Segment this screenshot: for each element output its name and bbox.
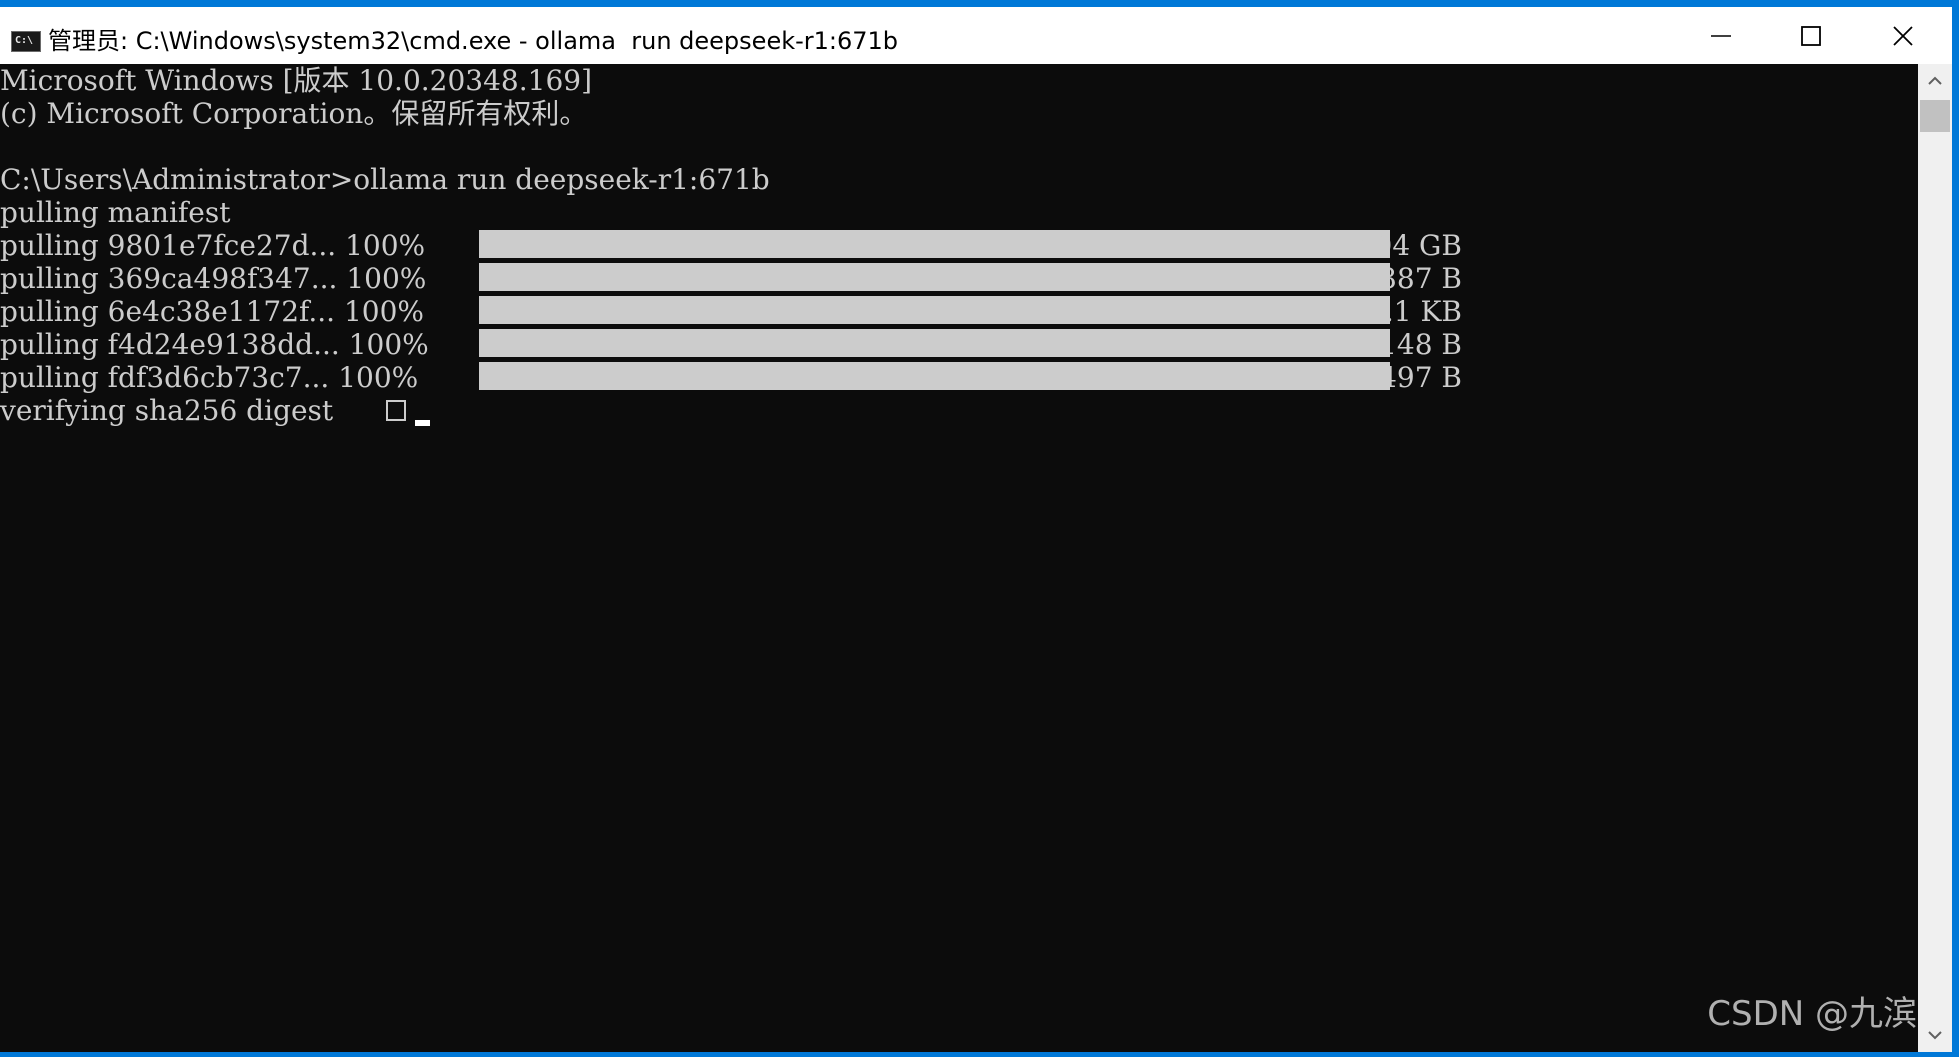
console-output[interactable]: Microsoft Windows [版本 10.0.20348.169] (c… (0, 64, 1918, 1052)
window-right-border (1952, 7, 1959, 1052)
pull-progress-bar (479, 263, 1390, 291)
cmd-window: C:\ 管理员: C:\Windows\system32\cmd.exe - o… (0, 0, 1959, 1057)
pull-label: pulling 9801e7fce27d... 100% (0, 229, 426, 262)
pull-size: 1.1 KB (1367, 295, 1462, 328)
copyright-line: (c) Microsoft Corporation。保留所有权利。 (0, 97, 588, 130)
window-title: 管理员: C:\Windows\system32\cmd.exe - ollam… (48, 27, 899, 55)
command-line: C:\Users\Administrator>ollama run deepse… (0, 163, 770, 196)
minimize-button[interactable] (1676, 7, 1766, 64)
pull-size: 387 B (1379, 262, 1462, 295)
cmd-app-icon[interactable]: C:\ (11, 31, 41, 52)
text-cursor (415, 420, 430, 426)
pull-label: pulling f4d24e9138dd... 100% (0, 328, 429, 361)
scroll-down-button[interactable] (1918, 1018, 1952, 1052)
pull-progress-bar (479, 329, 1390, 357)
pull-size: 497 B (1379, 361, 1462, 394)
pull-progress-bar (479, 230, 1390, 258)
verifying-digest-line: verifying sha256 digest (0, 394, 343, 427)
title-bar[interactable]: C:\ 管理员: C:\Windows\system32\cmd.exe - o… (0, 7, 1959, 64)
os-version-line: Microsoft Windows [版本 10.0.20348.169] (0, 64, 592, 97)
pull-size: 148 B (1379, 328, 1462, 361)
scroll-down-arrow-icon (1928, 1031, 1942, 1040)
scroll-up-button[interactable] (1918, 64, 1952, 98)
spinner-box-icon (386, 400, 406, 421)
pull-label: pulling 369ca498f347... 100% (0, 262, 427, 295)
cmd-app-icon-label: C:\ (15, 35, 34, 46)
pull-label: pulling fdf3d6cb73c7... 100% (0, 361, 419, 394)
maximize-icon (1801, 26, 1821, 46)
maximize-button[interactable] (1766, 7, 1856, 64)
window-top-border (0, 0, 1959, 7)
close-button[interactable] (1858, 7, 1948, 64)
close-icon (1893, 26, 1913, 46)
scroll-thumb[interactable] (1920, 100, 1950, 132)
minimize-icon (1711, 35, 1731, 37)
scroll-up-arrow-icon (1928, 76, 1942, 85)
pulling-manifest-line: pulling manifest (0, 196, 231, 229)
vertical-scrollbar[interactable] (1918, 64, 1952, 1052)
watermark: CSDN @九滨 (1707, 994, 1917, 1034)
pull-size: 404 GB (1356, 229, 1462, 262)
pull-progress-bar (479, 296, 1390, 324)
pull-label: pulling 6e4c38e1172f... 100% (0, 295, 425, 328)
pull-progress-bar (479, 362, 1390, 390)
window-bottom-border (0, 1052, 1959, 1057)
